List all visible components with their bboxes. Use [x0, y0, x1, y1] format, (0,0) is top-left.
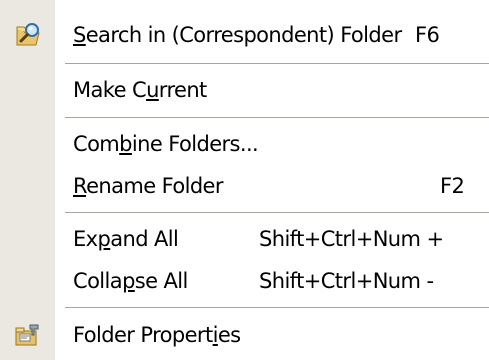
menu-item-label: Combine Folders...: [73, 132, 259, 156]
menu-item-search-in-folder[interactable]: Search in (Correspondent) Folder F6: [0, 10, 489, 60]
menu-item-rename-folder[interactable]: Rename Folder F2: [0, 161, 489, 211]
menu-item-shortcut: Shift+Ctrl+Num +: [259, 227, 444, 251]
menu-item-label: Make Current: [73, 78, 207, 102]
folder-properties-icon: [15, 324, 39, 346]
menu-item-label: Rename Folder: [73, 174, 224, 198]
search-folder-icon: [16, 23, 40, 46]
menu-item-shortcut: F2: [440, 174, 465, 198]
menu-item-shortcut: Shift+Ctrl+Num -: [259, 269, 434, 293]
menu-item-shortcut: F6: [415, 23, 440, 47]
menu-item-label: Collapse All: [73, 269, 188, 293]
menu-item-folder-properties[interactable]: Folder Properties: [0, 310, 489, 360]
context-menu: Search in (Correspondent) Folder F6 Make…: [0, 0, 489, 360]
menu-item-make-current[interactable]: Make Current: [0, 65, 489, 115]
menu-item-label: Expand All: [73, 227, 179, 251]
menu-item-label: Folder Properties: [73, 323, 241, 347]
menu-item-collapse-all[interactable]: Collapse All Shift+Ctrl+Num -: [0, 256, 489, 306]
menu-separator: [65, 307, 489, 309]
menu-item-label: Search in (Correspondent) Folder: [73, 23, 402, 47]
